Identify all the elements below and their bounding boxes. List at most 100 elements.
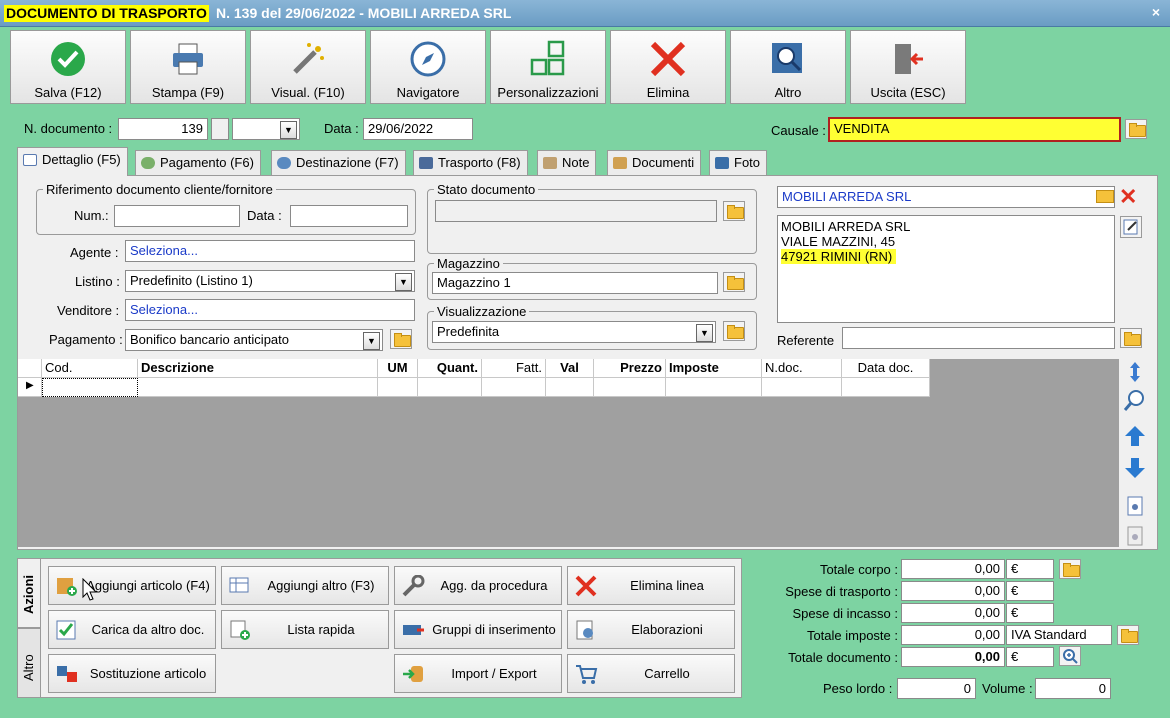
globe-icon <box>277 157 291 169</box>
gear-icon <box>574 619 598 641</box>
folder-icon[interactable] <box>1125 119 1147 139</box>
folder-icon[interactable] <box>1117 625 1139 645</box>
grid-cell[interactable] <box>666 378 762 397</box>
display-select[interactable]: Predefinita ▼ <box>432 321 716 343</box>
quick-list-button[interactable]: Lista rapida <box>221 610 389 649</box>
arrow-up-icon[interactable] <box>1123 424 1147 448</box>
col-um[interactable]: UM <box>378 359 418 378</box>
folder-icon[interactable] <box>1096 190 1114 203</box>
load-from-doc-button[interactable]: Carica da altro doc. <box>48 610 216 649</box>
payment-select[interactable]: Bonifico bancario anticipato ▼ <box>125 329 383 351</box>
grid-cell[interactable] <box>594 378 666 397</box>
arrow-down-icon[interactable] <box>1123 456 1147 480</box>
replace-article-button[interactable]: Sostituzione articolo <box>48 654 216 693</box>
exit-door-icon <box>895 44 923 74</box>
col-ndoc[interactable]: N.doc. <box>762 359 842 378</box>
doc-num-input[interactable]: 139 <box>118 118 208 140</box>
date-input[interactable]: 29/06/2022 <box>363 118 473 140</box>
copy-icon[interactable] <box>1123 494 1147 518</box>
doc-num-spinner[interactable] <box>211 118 229 140</box>
folder-icon[interactable] <box>723 272 745 292</box>
insert-groups-button[interactable]: Gruppi di inserimento <box>394 610 562 649</box>
tab-other[interactable]: Altro <box>17 628 41 698</box>
col-datadoc[interactable]: Data doc. <box>842 359 930 378</box>
other-button[interactable]: Altro <box>730 30 846 104</box>
customer-name-field[interactable]: MOBILI ARREDA SRL <box>777 186 1115 208</box>
volume-input[interactable]: 0 <box>1035 678 1111 699</box>
collection-value[interactable]: 0,00 <box>901 603 1005 623</box>
navigator-button[interactable]: Navigatore <box>370 30 486 104</box>
grid-cell[interactable] <box>482 378 546 397</box>
seller-input[interactable]: Seleziona... <box>125 299 415 321</box>
ref-date-input[interactable] <box>290 205 408 227</box>
documents-icon <box>613 157 627 169</box>
grid-cell[interactable] <box>546 378 594 397</box>
status-input[interactable] <box>435 200 717 222</box>
delete-line-button[interactable]: Elimina linea <box>567 566 735 605</box>
address-line-1: MOBILI ARREDA SRL <box>781 219 911 234</box>
save-button[interactable]: Salva (F12) <box>10 30 126 104</box>
referent-input[interactable] <box>842 327 1115 349</box>
tab-trasporto[interactable]: Trasporto (F8) <box>413 150 528 176</box>
close-icon[interactable]: × <box>1152 4 1160 20</box>
grid-cell[interactable] <box>762 378 842 397</box>
causale-input[interactable]: VENDITA <box>828 117 1121 142</box>
folder-icon[interactable] <box>723 201 745 221</box>
tab-documenti[interactable]: Documenti <box>607 150 702 176</box>
edit-icon[interactable] <box>1120 216 1142 238</box>
customize-button[interactable]: Personalizzazioni <box>490 30 606 104</box>
ref-num-input[interactable] <box>114 205 240 227</box>
add-article-button[interactable]: Aggiungi articolo (F4) <box>48 566 216 605</box>
add-other-button[interactable]: Aggiungi altro (F3) <box>221 566 389 605</box>
paste-icon[interactable] <box>1123 524 1147 548</box>
tab-foto[interactable]: Foto <box>709 150 768 176</box>
folder-icon[interactable] <box>390 329 412 349</box>
sort-arrows-icon[interactable] <box>1123 360 1147 384</box>
list-select[interactable]: Predefinito (Listino 1) ▼ <box>125 270 415 292</box>
address-line-3: 47921 RIMINI (RN) <box>781 249 897 264</box>
shipping-label: Spese di trasporto : <box>785 584 898 599</box>
tab-note[interactable]: Note <box>537 150 597 176</box>
grid-cell[interactable] <box>138 378 378 397</box>
doc-series-select[interactable]: ▼ <box>232 118 300 140</box>
col-imposte[interactable]: Imposte <box>666 359 762 378</box>
col-val[interactable]: Val <box>546 359 594 378</box>
folder-icon[interactable] <box>1059 559 1081 579</box>
window-title: N. 139 del 29/06/2022 - MOBILI ARREDA SR… <box>216 5 512 21</box>
tab-actions[interactable]: Azioni <box>17 558 41 628</box>
add-from-procedure-button[interactable]: Agg. da procedura <box>394 566 562 605</box>
lines-grid[interactable]: Cod. Descrizione UM Quant. Fatt. Val Pre… <box>18 359 1119 547</box>
agent-input[interactable]: Seleziona... <box>125 240 415 262</box>
causale-label: Causale : <box>771 123 826 138</box>
col-cod[interactable]: Cod. <box>42 359 138 378</box>
grid-cell[interactable] <box>378 378 418 397</box>
folder-icon[interactable] <box>723 321 745 341</box>
printer-icon <box>173 43 203 75</box>
warehouse-input[interactable]: Magazzino 1 <box>432 272 718 294</box>
cart-button[interactable]: Carrello <box>567 654 735 693</box>
tab-dettaglio[interactable]: Dettaglio (F5) <box>17 147 128 176</box>
col-fatt[interactable]: Fatt. <box>482 359 546 378</box>
exit-button[interactable]: Uscita (ESC) <box>850 30 966 104</box>
zoom-icon[interactable] <box>1059 646 1081 666</box>
col-prezzo[interactable]: Prezzo <box>594 359 666 378</box>
clear-x-icon[interactable]: ✕ <box>1119 186 1137 208</box>
view-button[interactable]: Visual. (F10) <box>250 30 366 104</box>
import-export-button[interactable]: Import / Export <box>394 654 562 693</box>
col-quant[interactable]: Quant. <box>418 359 482 378</box>
title-bar: DOCUMENTO DI TRASPORTO N. 139 del 29/06/… <box>0 0 1170 27</box>
print-button[interactable]: Stampa (F9) <box>130 30 246 104</box>
weight-input[interactable]: 0 <box>897 678 976 699</box>
delete-button[interactable]: Elimina <box>610 30 726 104</box>
grid-cell-active[interactable] <box>42 378 138 397</box>
grid-cell[interactable] <box>418 378 482 397</box>
grid-cell[interactable] <box>842 378 930 397</box>
tab-pagamento[interactable]: Pagamento (F6) <box>135 150 261 176</box>
group-icon <box>401 619 425 641</box>
search-icon[interactable] <box>1123 388 1147 412</box>
processing-button[interactable]: Elaborazioni <box>567 610 735 649</box>
shipping-value[interactable]: 0,00 <box>901 581 1005 601</box>
tab-destinazione[interactable]: Destinazione (F7) <box>271 150 406 176</box>
col-descrizione[interactable]: Descrizione <box>138 359 378 378</box>
folder-icon[interactable] <box>1120 328 1142 348</box>
